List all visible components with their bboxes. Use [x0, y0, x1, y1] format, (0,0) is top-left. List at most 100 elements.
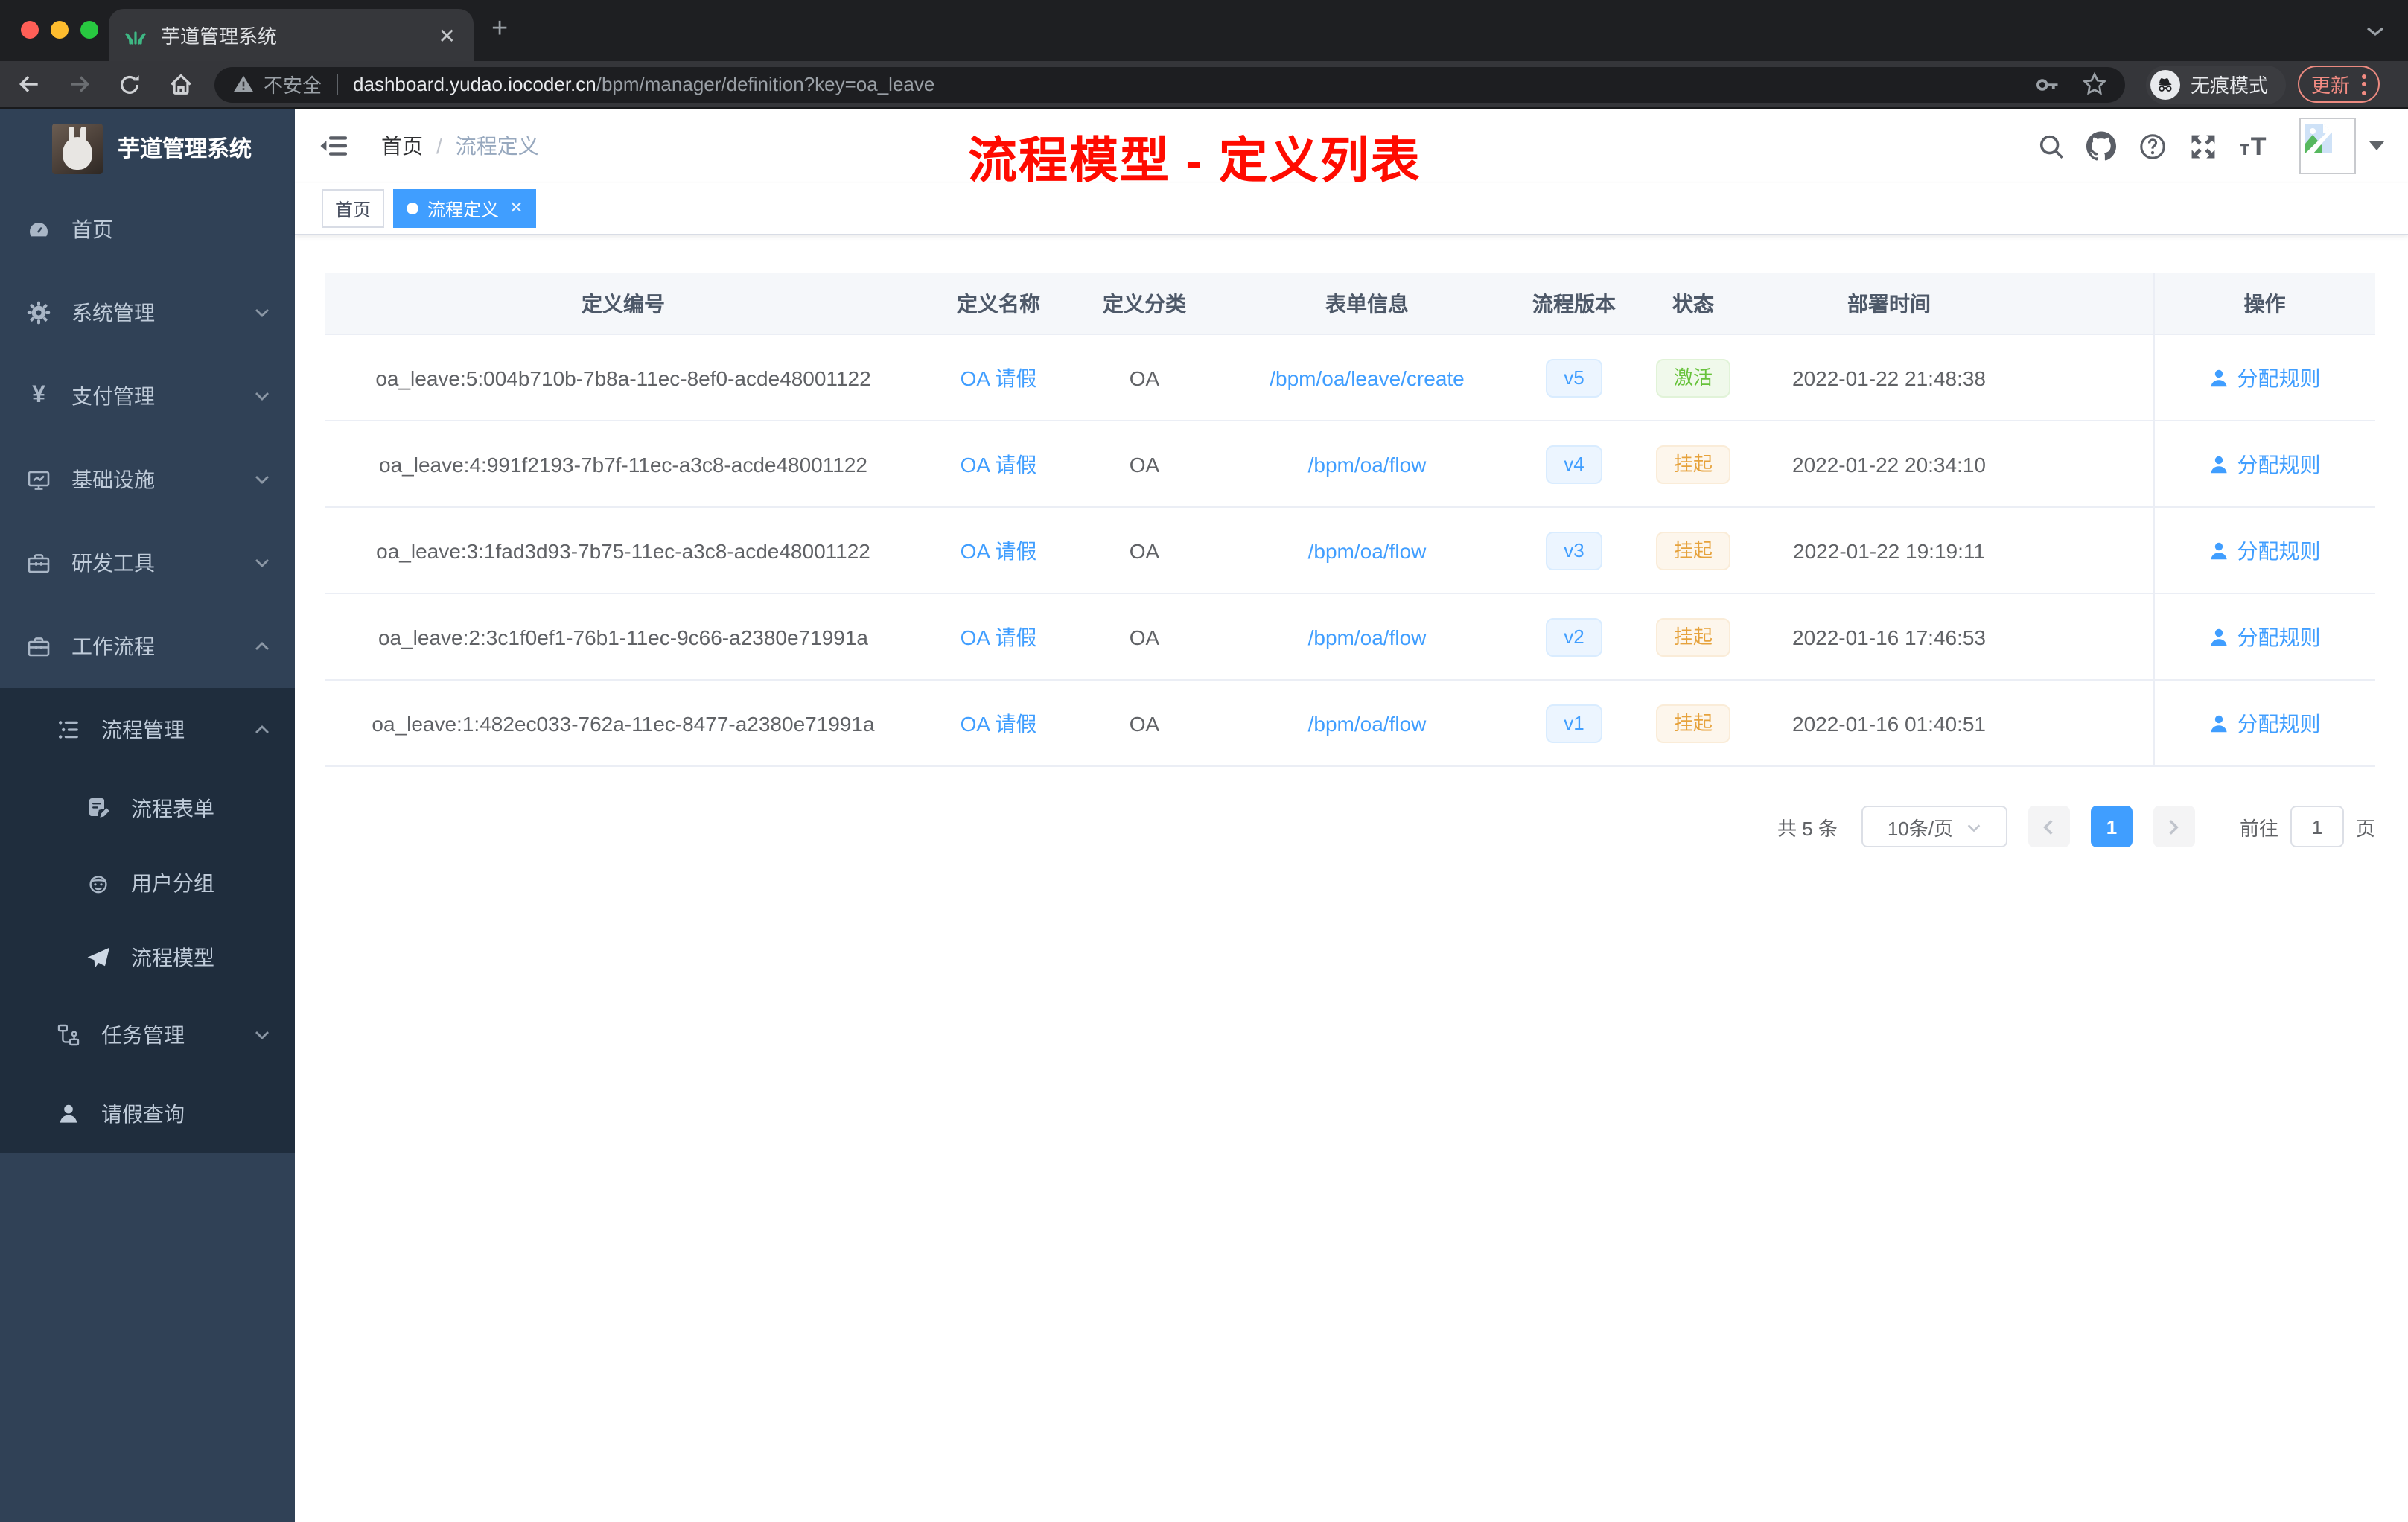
table-header-row: 定义编号 定义名称 定义分类 表单信息 流程版本 状态 部署时间 操作 [325, 273, 2375, 335]
tab-close-icon[interactable]: ✕ [436, 22, 459, 48]
tag-home[interactable]: 首页 [322, 189, 385, 228]
user-solid-icon [2211, 714, 2228, 732]
tag-label: 流程定义 [427, 199, 500, 220]
user-icon [57, 1101, 80, 1125]
password-key-icon[interactable] [2034, 71, 2061, 98]
avatar[interactable] [2299, 118, 2356, 174]
sidebar-item-workflow[interactable]: 工作流程 [0, 605, 295, 688]
chevron-down-icon [253, 471, 271, 488]
form-info-link[interactable]: /bpm/oa/leave/create [1270, 366, 1465, 389]
github-icon[interactable] [2082, 127, 2121, 165]
macos-window-controls [21, 21, 98, 39]
toolbox-icon [27, 551, 51, 575]
fullscreen-icon[interactable] [2183, 127, 2222, 165]
chevron-up-icon [253, 637, 271, 655]
assign-rule-link[interactable]: 分配规则 [2209, 622, 2321, 652]
definition-name-link[interactable]: OA 请假 [961, 538, 1037, 562]
sidebar-item-label: 流程模型 [131, 946, 214, 969]
table-row: oa_leave:4:991f2193-7b7f-11ec-a3c8-acde4… [325, 421, 2375, 508]
window-minimize-icon[interactable] [51, 21, 69, 39]
sidebar-item-label: 研发工具 [71, 551, 155, 575]
browser-menu-update-button[interactable]: 更新 [2298, 66, 2380, 103]
search-icon[interactable] [2031, 127, 2070, 165]
breadcrumb-current: 流程定义 [455, 134, 539, 158]
chevron-left-icon [2044, 819, 2054, 834]
deploy-time: 2022-01-22 20:34:10 [1759, 421, 2019, 508]
page-size-select[interactable]: 10条/页 [1861, 806, 2007, 847]
window-close-icon[interactable] [21, 21, 39, 39]
breadcrumb-home-link[interactable]: 首页 [381, 131, 423, 161]
goto-page-input[interactable] [2290, 806, 2344, 847]
sidebar-item-payment[interactable]: ¥ 支付管理 [0, 354, 295, 438]
form-info-link[interactable]: /bpm/oa/flow [1308, 711, 1427, 735]
chevron-up-icon [253, 721, 271, 739]
sidebar-item-user-group[interactable]: 用户分组 [0, 846, 295, 920]
goto-label: 前往 [2239, 817, 2278, 839]
assign-rule-link[interactable]: 分配规则 [2209, 449, 2321, 479]
address-bar[interactable]: 不安全 dashboard.yudao.iocoder.cn/bpm/manag… [214, 66, 2125, 102]
hamburger-icon[interactable] [319, 131, 348, 161]
sidebar-item-home[interactable]: 首页 [0, 188, 295, 271]
definition-name-link[interactable]: OA 请假 [961, 711, 1037, 735]
tab-title: 芋道管理系统 [161, 25, 278, 48]
assign-rule-link[interactable]: 分配规则 [2209, 708, 2321, 738]
gear-icon [27, 301, 51, 325]
sidebar-item-process-model[interactable]: 流程模型 [0, 920, 295, 995]
sidebar-item-leave-query[interactable]: 请假查询 [0, 1074, 295, 1153]
sidebar-item-process-form[interactable]: 流程表单 [0, 771, 295, 846]
definition-name-link[interactable]: OA 请假 [961, 366, 1037, 389]
vertical-ellipsis-icon[interactable] [2362, 74, 2367, 95]
briefcase-icon [27, 634, 51, 658]
form-info-link[interactable]: /bpm/oa/flow [1308, 538, 1427, 562]
sidebar-item-label: 用户分组 [131, 871, 214, 895]
version-badge: v1 [1546, 704, 1602, 742]
bookmark-star-icon[interactable] [2082, 71, 2107, 97]
help-icon[interactable] [2133, 127, 2171, 165]
avatar-caret-icon[interactable] [2369, 141, 2384, 150]
deploy-time: 2022-01-16 01:40:51 [1759, 680, 2019, 767]
reload-icon[interactable] [107, 65, 152, 104]
assign-rule-link[interactable]: 分配规则 [2209, 363, 2321, 392]
not-secure-warning-icon [232, 73, 255, 95]
sidebar-item-system[interactable]: 系统管理 [0, 271, 295, 354]
font-size-icon[interactable]: TT [2234, 127, 2272, 165]
definition-name-link[interactable]: OA 请假 [961, 452, 1037, 476]
definition-id: oa_leave:1:482ec033-762a-11ec-8477-a2380… [325, 680, 922, 767]
col-definition-category: 定义分类 [1075, 273, 1214, 335]
home-icon[interactable] [158, 65, 203, 104]
not-secure-label[interactable]: 不安全 [264, 70, 322, 98]
back-icon[interactable] [6, 65, 51, 104]
sidebar-item-label: 工作流程 [71, 634, 155, 658]
app-logo-row: 芋道管理系统 [0, 109, 295, 188]
sidebar-item-infrastructure[interactable]: 基础设施 [0, 438, 295, 521]
forward-icon[interactable] [57, 65, 101, 104]
tag-close-icon[interactable]: ✕ [509, 200, 523, 217]
update-label[interactable]: 更新 [2311, 70, 2350, 98]
page-number-button[interactable]: 1 [2090, 806, 2133, 847]
window-zoom-icon[interactable] [80, 21, 98, 39]
prev-page-button[interactable] [2028, 806, 2070, 847]
sidebar-item-process-management[interactable]: 流程管理 [0, 688, 295, 771]
user-solid-icon [2211, 541, 2228, 559]
tag-process-definition[interactable]: 流程定义 ✕ [393, 189, 537, 228]
new-tab-button[interactable]: + [491, 13, 508, 46]
user-solid-icon [2211, 369, 2228, 386]
browser-tab[interactable]: 芋道管理系统 ✕ [109, 9, 474, 61]
sidebar-item-dev-tools[interactable]: 研发工具 [0, 521, 295, 605]
incognito-icon [2150, 69, 2180, 99]
form-info-link[interactable]: /bpm/oa/flow [1308, 625, 1427, 649]
breadcrumb: 首页 / 流程定义 [381, 131, 539, 161]
chevron-down-icon [253, 1025, 271, 1043]
screenshot-annotation: 流程模型 - 定义列表 [968, 133, 1421, 188]
next-page-button[interactable] [2153, 806, 2195, 847]
definition-id: oa_leave:2:3c1f0ef1-76b1-11ec-9c66-a2380… [325, 593, 922, 681]
assign-rule-link[interactable]: 分配规则 [2209, 535, 2321, 565]
dashboard-icon [27, 217, 51, 241]
form-info-link[interactable]: /bpm/oa/flow [1308, 452, 1427, 476]
definition-name-link[interactable]: OA 请假 [961, 625, 1037, 649]
workflow-submenu: 流程管理 流程表单 用户分组 流程模型 任务管理 请假查询 [0, 688, 295, 1153]
monitor-icon [27, 468, 51, 491]
tab-search-icon[interactable] [2363, 19, 2387, 43]
col-process-version: 流程版本 [1520, 273, 1628, 335]
sidebar-item-task-management[interactable]: 任务管理 [0, 995, 295, 1074]
